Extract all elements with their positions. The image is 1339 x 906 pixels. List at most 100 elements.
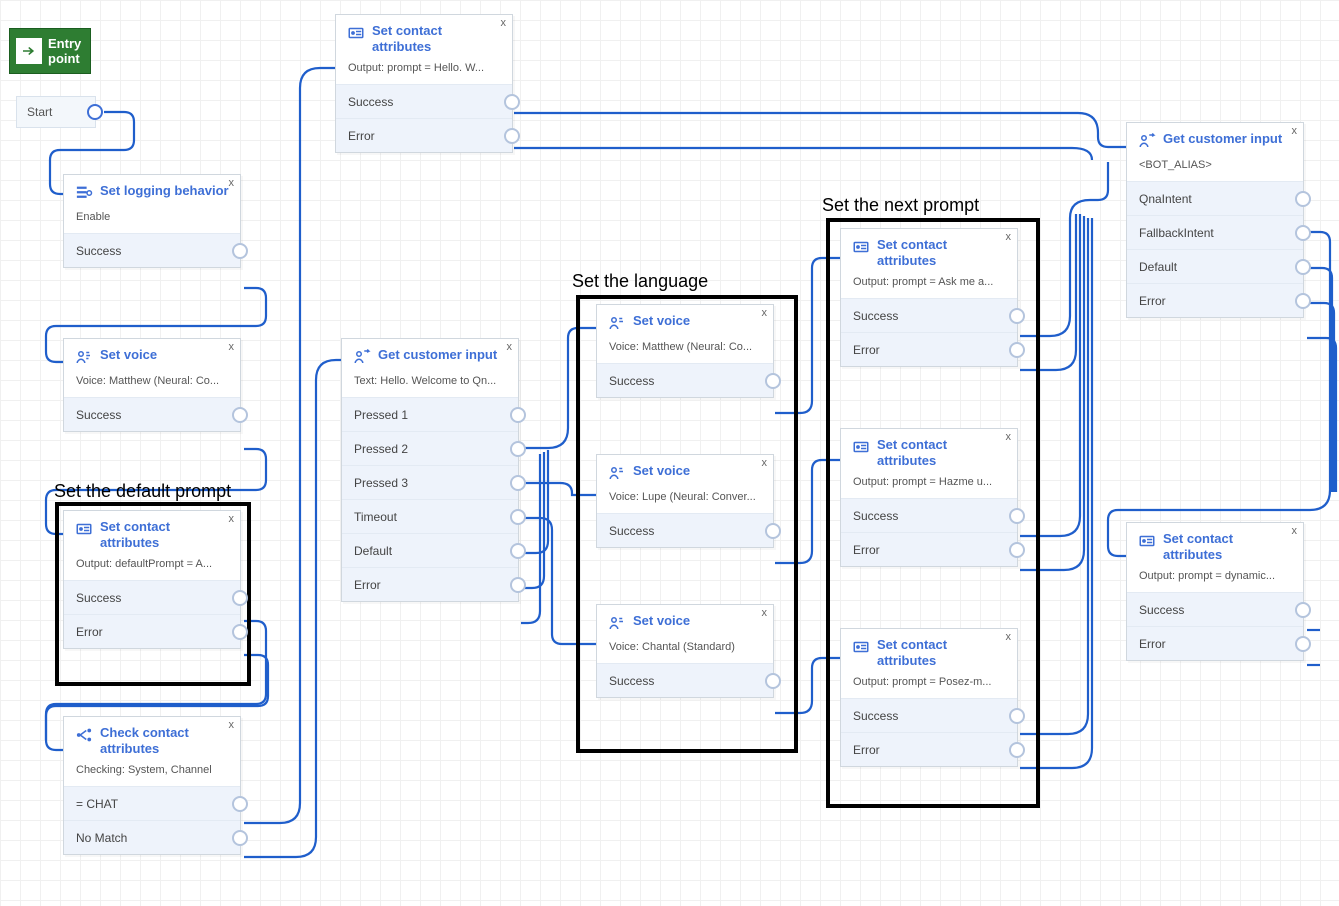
close-icon[interactable]: x [762,457,768,469]
port-success[interactable]: Success [1127,592,1303,626]
block-logging[interactable]: Set logging behavior x Enable Success [63,174,241,268]
port-success[interactable]: Success [64,580,240,614]
close-icon[interactable]: x [229,341,235,353]
port-error[interactable]: Error [1127,626,1303,660]
port-pressed-2[interactable]: Pressed 2 [342,431,518,465]
block-title: Set voice [100,347,157,363]
block-title: Set logging behavior [100,183,229,199]
close-icon[interactable]: x [229,177,235,189]
entry-label-1: Entry [48,36,81,51]
port-success[interactable]: Success [64,233,240,267]
block-sub: Voice: Chantal (Standard) [597,639,773,663]
port-success[interactable]: Success [841,498,1017,532]
close-icon[interactable]: x [1292,525,1298,537]
close-icon[interactable]: x [229,513,235,525]
port-pressed-1[interactable]: Pressed 1 [342,397,518,431]
person-input-icon [352,347,372,367]
port-pressed-3[interactable]: Pressed 3 [342,465,518,499]
card-icon [851,437,871,457]
block-sub: Output: defaultPrompt = A... [64,556,240,580]
annotation-default-prompt: Set the default prompt [54,481,231,502]
close-icon[interactable]: x [1006,231,1012,243]
block-title: Set contact attributes [372,23,502,54]
block-title: Check contact attributes [100,725,230,756]
annotation-language: Set the language [572,271,708,292]
arrow-right-icon [16,38,42,64]
port-error[interactable]: Error [841,332,1017,366]
port-success[interactable]: Success [841,698,1017,732]
port-error[interactable]: Error [342,567,518,601]
block-sub: Enable [64,209,240,233]
close-icon[interactable]: x [762,607,768,619]
block-sub: Voice: Matthew (Neural: Co... [64,373,240,397]
block-next-prompt-1[interactable]: Set contact attributes x Output: prompt … [840,228,1018,367]
port-success[interactable]: Success [336,84,512,118]
card-icon [74,519,94,539]
block-check-attrs[interactable]: Check contact attributes x Checking: Sys… [63,716,241,855]
block-sub: Voice: Lupe (Neural: Conver... [597,489,773,513]
port-error[interactable]: Error [841,732,1017,766]
block-title: Set voice [633,313,690,329]
block-voice-lang-3[interactable]: Set voice x Voice: Chantal (Standard) Su… [596,604,774,698]
voice-icon [607,613,627,633]
block-default-prompt[interactable]: Set contact attributes x Output: default… [63,510,241,649]
annotation-next-prompt: Set the next prompt [822,195,979,216]
voice-icon [74,347,94,367]
port-default[interactable]: Default [342,533,518,567]
close-icon[interactable]: x [501,17,507,29]
port-nomatch[interactable]: No Match [64,820,240,854]
close-icon[interactable]: x [507,341,513,353]
block-title: Set voice [633,613,690,629]
block-voice-lang-1[interactable]: Set voice x Voice: Matthew (Neural: Co..… [596,304,774,398]
block-title: Set contact attributes [877,637,1007,668]
close-icon[interactable]: x [1292,125,1298,137]
port-success[interactable]: Success [597,363,773,397]
port-fallback[interactable]: FallbackIntent [1127,215,1303,249]
block-sub: Output: prompt = Ask me a... [841,274,1017,298]
voice-icon [607,313,627,333]
block-title: Get customer input [378,347,497,363]
start-node[interactable]: Start [16,96,96,128]
block-sub: Output: prompt = dynamic... [1127,568,1303,592]
port-success[interactable]: Success [64,397,240,431]
block-title: Set contact attributes [877,237,1007,268]
close-icon[interactable]: x [229,719,235,731]
block-sub: <BOT_ALIAS> [1127,157,1303,181]
voice-icon [607,463,627,483]
card-icon [851,237,871,257]
close-icon[interactable]: x [1006,631,1012,643]
port-error[interactable]: Error [64,614,240,648]
port-success[interactable]: Success [597,663,773,697]
card-icon [851,637,871,657]
card-icon [346,23,366,43]
port-success[interactable]: Success [841,298,1017,332]
close-icon[interactable]: x [1006,431,1012,443]
port-success[interactable]: Success [597,513,773,547]
entry-label-2: point [48,51,81,66]
block-title: Set contact attributes [877,437,1007,468]
block-title: Set contact attributes [1163,531,1293,562]
port-error[interactable]: Error [1127,283,1303,317]
port-chat[interactable]: = CHAT [64,786,240,820]
entry-point: Entry point [9,28,91,74]
block-set-contact-right[interactable]: Set contact attributes x Output: prompt … [1126,522,1304,661]
port-timeout[interactable]: Timeout [342,499,518,533]
block-set-contact-top[interactable]: Set contact attributes x Output: prompt … [335,14,513,153]
block-title: Get customer input [1163,131,1282,147]
block-get-input-1[interactable]: Get customer input x Text: Hello. Welcom… [341,338,519,602]
block-voice-1[interactable]: Set voice x Voice: Matthew (Neural: Co..… [63,338,241,432]
port-error[interactable]: Error [841,532,1017,566]
block-next-prompt-3[interactable]: Set contact attributes x Output: prompt … [840,628,1018,767]
block-sub: Text: Hello. Welcome to Qn... [342,373,518,397]
block-get-input-2[interactable]: Get customer input x <BOT_ALIAS> QnaInte… [1126,122,1304,318]
block-sub: Output: prompt = Hello. W... [336,60,512,84]
block-sub: Output: prompt = Hazme u... [841,474,1017,498]
port-qnaintent[interactable]: QnaIntent [1127,181,1303,215]
block-voice-lang-2[interactable]: Set voice x Voice: Lupe (Neural: Conver.… [596,454,774,548]
block-sub: Checking: System, Channel [64,762,240,786]
close-icon[interactable]: x [762,307,768,319]
port-default[interactable]: Default [1127,249,1303,283]
block-next-prompt-2[interactable]: Set contact attributes x Output: prompt … [840,428,1018,567]
port-error[interactable]: Error [336,118,512,152]
branch-icon [74,725,94,745]
